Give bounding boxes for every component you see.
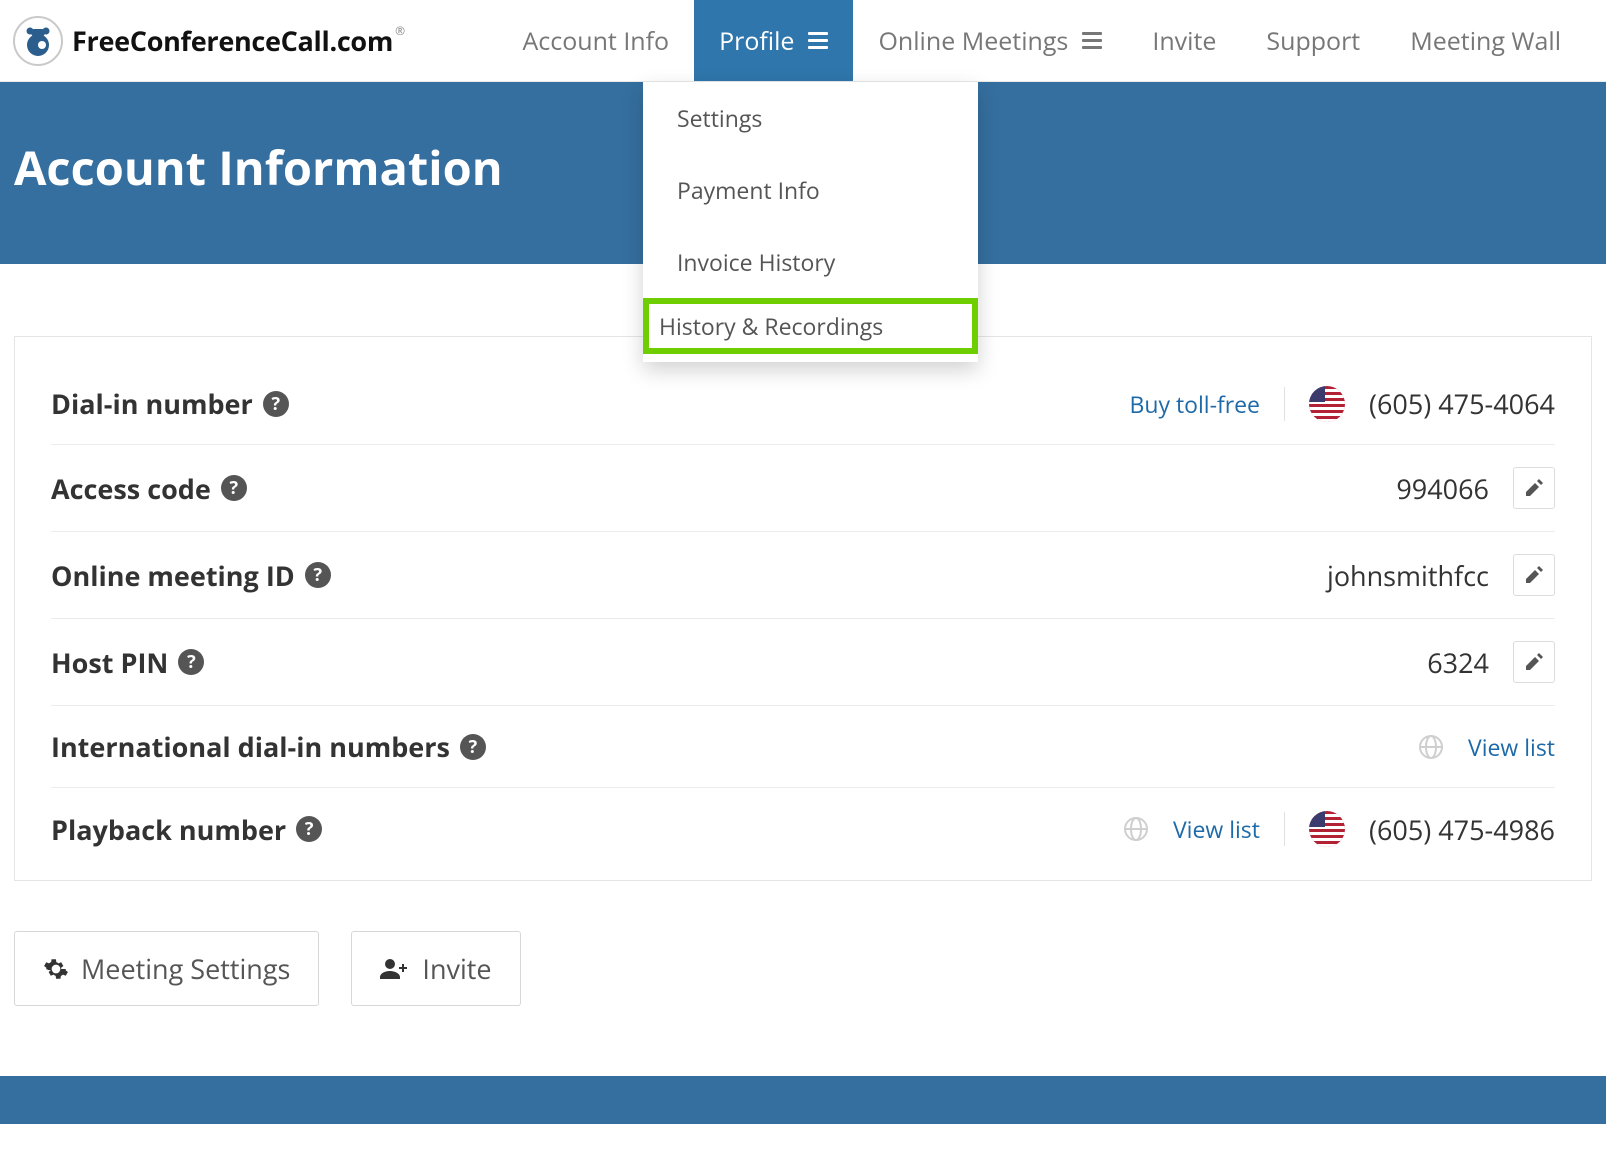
label-text: Access code: [51, 470, 211, 507]
host-pin-value: 6324: [1427, 644, 1489, 681]
pencil-icon: [1524, 565, 1544, 585]
nav-online-meetings[interactable]: Online Meetings: [853, 0, 1127, 81]
nav-label: Invite: [1152, 24, 1216, 58]
row-playback: Playback number ? View list: [51, 788, 1555, 870]
gear-icon: [43, 956, 69, 982]
help-icon[interactable]: ?: [460, 734, 486, 760]
brand-text: FreeConferenceCall.com®: [72, 22, 405, 59]
help-icon[interactable]: ?: [178, 649, 204, 675]
access-code-value: 994066: [1396, 470, 1489, 507]
dropdown-invoice-history[interactable]: Invoice History: [643, 226, 978, 298]
dial-in-value: (605) 475-4064: [1369, 385, 1555, 422]
row-host-pin: Host PIN ? 6324: [51, 619, 1555, 706]
nav-label: Profile: [719, 24, 794, 58]
topbar: FreeConferenceCall.com® Account Info Pro…: [0, 0, 1606, 82]
nav-label: Support: [1266, 24, 1360, 58]
account-card: Dial-in number ? Buy toll-free: [14, 336, 1592, 881]
pencil-icon: [1524, 652, 1544, 672]
globe-icon: [1123, 816, 1149, 842]
label-text: Dial-in number: [51, 385, 253, 422]
page-title: Account Information: [14, 135, 503, 199]
nav-meeting-wall[interactable]: Meeting Wall: [1385, 0, 1586, 81]
nav-label: Meeting Wall: [1410, 24, 1561, 58]
button-label: Meeting Settings: [81, 950, 290, 987]
row-label: International dial-in numbers ?: [51, 728, 486, 765]
menu-icon: [808, 32, 828, 49]
label-text: Host PIN: [51, 644, 168, 681]
menu-icon: [1082, 32, 1102, 49]
row-meeting-id: Online meeting ID ? johnsmithfcc: [51, 532, 1555, 619]
row-access-code: Access code ? 994066: [51, 445, 1555, 532]
edit-button[interactable]: [1513, 554, 1555, 596]
separator: [1284, 387, 1285, 421]
row-label: Dial-in number ?: [51, 385, 289, 422]
help-icon[interactable]: ?: [305, 562, 331, 588]
separator: [1284, 812, 1285, 846]
footer-bar: [0, 1076, 1606, 1124]
main-nav: Account Info Profile Online Meetings Inv…: [497, 0, 1586, 81]
us-flag-icon: [1309, 386, 1345, 422]
nav-profile[interactable]: Profile: [694, 0, 853, 81]
help-icon[interactable]: ?: [221, 475, 247, 501]
invite-button[interactable]: Invite: [351, 931, 520, 1006]
view-list-link[interactable]: View list: [1468, 731, 1555, 763]
dropdown-payment-info[interactable]: Payment Info: [643, 154, 978, 226]
label-text: Playback number: [51, 811, 286, 848]
us-flag-icon: [1309, 811, 1345, 847]
nav-support[interactable]: Support: [1241, 0, 1385, 81]
meeting-id-value: johnsmithfcc: [1327, 557, 1489, 594]
row-dial-in: Dial-in number ? Buy toll-free: [51, 363, 1555, 445]
nav-account-info[interactable]: Account Info: [497, 0, 694, 81]
dropdown-settings[interactable]: Settings: [643, 82, 978, 154]
label-text: International dial-in numbers: [51, 728, 450, 765]
meeting-settings-button[interactable]: Meeting Settings: [14, 931, 319, 1006]
button-label: Invite: [422, 950, 491, 987]
row-label: Playback number ?: [51, 811, 322, 848]
profile-dropdown: Settings Payment Info Invoice History Hi…: [643, 82, 978, 362]
row-label: Online meeting ID ?: [51, 557, 331, 594]
bottom-buttons: Meeting Settings Invite: [0, 881, 1606, 1076]
dropdown-history-recordings[interactable]: History & Recordings: [659, 310, 962, 342]
nav-label: Account Info: [522, 24, 669, 58]
user-plus-icon: [380, 956, 410, 982]
edit-button[interactable]: [1513, 467, 1555, 509]
help-icon[interactable]: ?: [263, 391, 289, 417]
playback-value: (605) 475-4986: [1369, 811, 1555, 848]
help-icon[interactable]: ?: [296, 816, 322, 842]
row-label: Access code ?: [51, 470, 247, 507]
dropdown-history-recordings-highlight: History & Recordings: [643, 298, 978, 354]
nav-label: Online Meetings: [878, 24, 1068, 58]
view-list-link[interactable]: View list: [1173, 813, 1260, 845]
pencil-icon: [1524, 478, 1544, 498]
row-label: Host PIN ?: [51, 644, 204, 681]
globe-icon: [1418, 734, 1444, 760]
brand-logo-icon: [12, 15, 64, 67]
row-international: International dial-in numbers ? View lis…: [51, 706, 1555, 788]
edit-button[interactable]: [1513, 641, 1555, 683]
brand[interactable]: FreeConferenceCall.com®: [12, 15, 405, 67]
label-text: Online meeting ID: [51, 557, 295, 594]
buy-toll-free-link[interactable]: Buy toll-free: [1130, 388, 1260, 420]
nav-invite[interactable]: Invite: [1127, 0, 1241, 81]
